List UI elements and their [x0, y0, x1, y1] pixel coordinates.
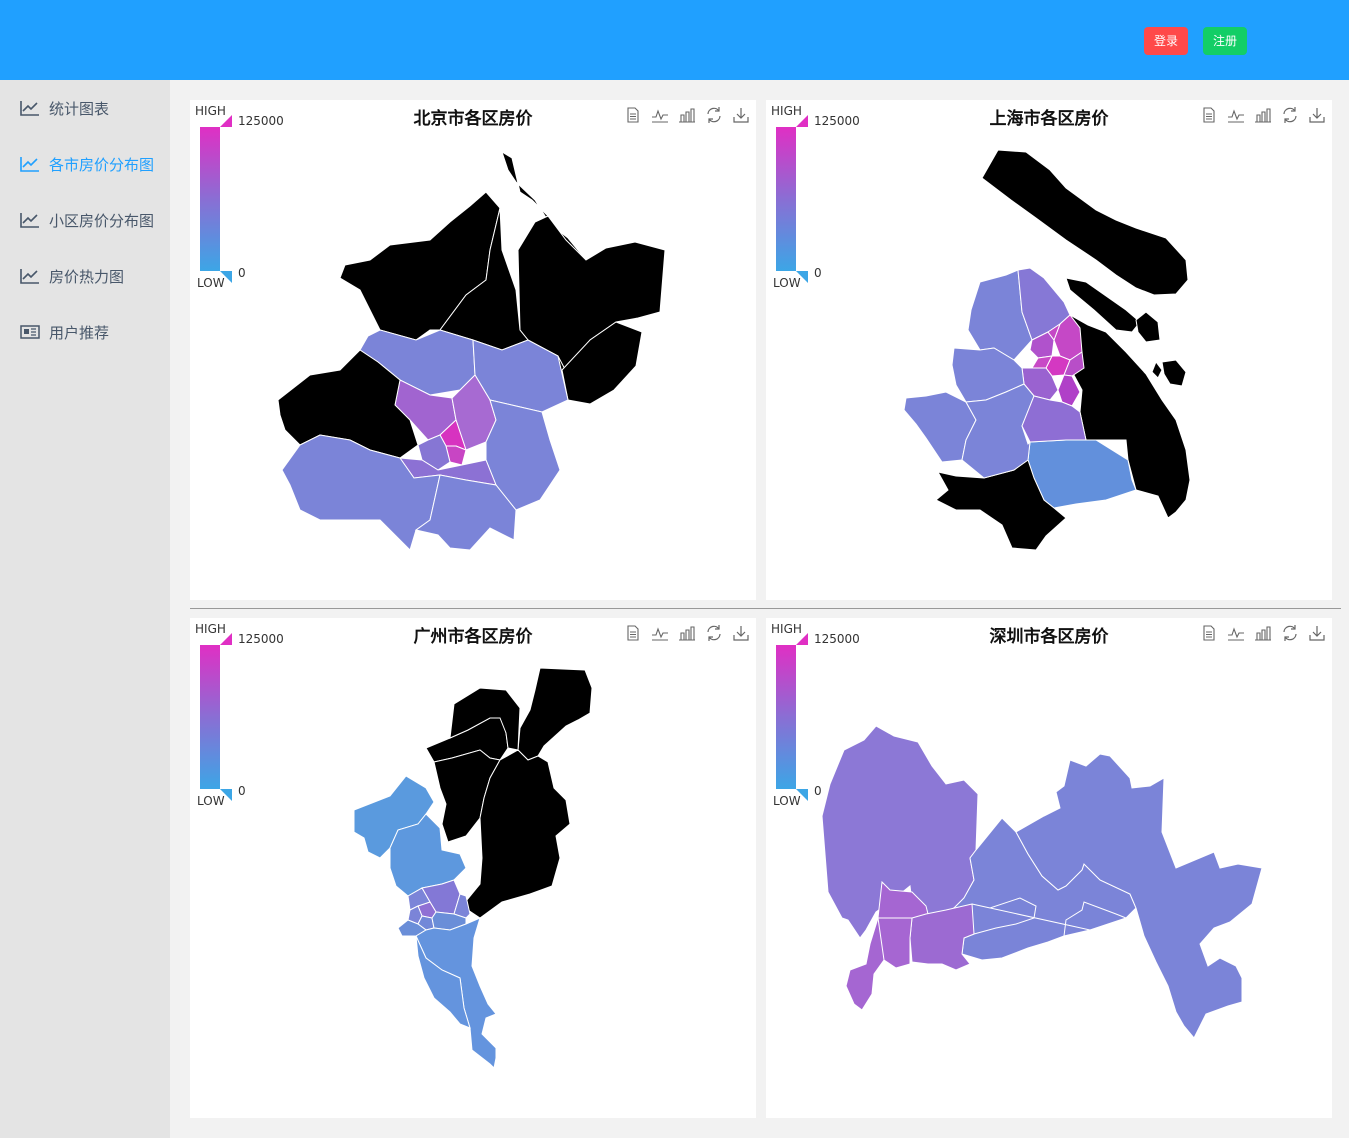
legend-max-value: 125000	[238, 114, 284, 128]
line-chart-icon	[20, 269, 39, 284]
legend-gradient-bar	[200, 645, 220, 789]
data-view-icon[interactable]	[1200, 624, 1218, 642]
bar-chart-icon[interactable]	[1254, 624, 1272, 642]
sidebar-item-label: 各市房价分布图	[49, 155, 155, 174]
line-chart-icon[interactable]	[651, 624, 669, 642]
sidebar-item-label: 房价热力图	[49, 267, 125, 286]
top-header: 登录 注册	[0, 0, 1349, 80]
legend-max-handle[interactable]	[220, 115, 232, 127]
legend-min-value: 0	[814, 266, 822, 280]
legend-low-label: LOW	[197, 276, 225, 290]
legend-max-value: 125000	[814, 632, 860, 646]
legend-max-handle[interactable]	[796, 633, 808, 645]
line-chart-icon	[20, 157, 39, 172]
divider	[190, 608, 1341, 609]
line-chart-icon	[20, 101, 39, 116]
map-panel-shanghai: 上海市各区房价 HIGH 125000 0 LOW	[766, 100, 1332, 600]
chart-toolbox	[1200, 624, 1326, 644]
restore-icon[interactable]	[705, 624, 723, 642]
chart-toolbox	[1200, 106, 1326, 126]
legend-min-value: 0	[238, 784, 246, 798]
data-view-icon[interactable]	[624, 106, 642, 124]
restore-icon[interactable]	[705, 106, 723, 124]
sidebar-item-community-price-map[interactable]: 小区房价分布图	[0, 192, 170, 248]
legend-max-handle[interactable]	[796, 115, 808, 127]
legend-max-value: 125000	[238, 632, 284, 646]
sidebar-item-label: 小区房价分布图	[49, 211, 155, 230]
sidebar-item-label: 统计图表	[49, 99, 110, 118]
sidebar-item-price-heatmap[interactable]: 房价热力图	[0, 248, 170, 304]
register-button[interactable]: 注册	[1203, 27, 1247, 55]
bar-chart-icon[interactable]	[678, 624, 696, 642]
map-panel-shenzhen: 深圳市各区房价 HIGH 125000 0 LOW	[766, 618, 1332, 1118]
visual-map-legend: HIGH 125000 0 LOW	[770, 104, 870, 294]
legend-min-value: 0	[238, 266, 246, 280]
line-chart-icon	[20, 213, 39, 228]
chart-toolbox	[624, 624, 750, 644]
legend-min-value: 0	[814, 784, 822, 798]
legend-max-handle[interactable]	[220, 633, 232, 645]
legend-gradient-bar	[200, 127, 220, 271]
download-icon[interactable]	[1308, 624, 1326, 642]
login-button[interactable]: 登录	[1144, 27, 1188, 55]
sidebar-item-user-recommend[interactable]: 用户推荐	[0, 304, 170, 360]
restore-icon[interactable]	[1281, 624, 1299, 642]
visual-map-legend: HIGH 125000 0 LOW	[194, 104, 294, 294]
download-icon[interactable]	[732, 624, 750, 642]
main-content: 北京市各区房价 HIGH 125000 0 LOW 上海市各区房价 HIGH 1…	[170, 80, 1349, 1138]
visual-map-legend: HIGH 125000 0 LOW	[770, 622, 870, 812]
legend-max-value: 125000	[814, 114, 860, 128]
data-view-icon[interactable]	[1200, 106, 1218, 124]
sidebar-item-stat-charts[interactable]: 统计图表	[0, 80, 170, 136]
download-icon[interactable]	[732, 106, 750, 124]
newspaper-icon	[20, 325, 40, 339]
line-chart-icon[interactable]	[1227, 624, 1245, 642]
download-icon[interactable]	[1308, 106, 1326, 124]
sidebar-item-city-price-map[interactable]: 各市房价分布图	[0, 136, 170, 192]
legend-gradient-bar	[776, 645, 796, 789]
bar-chart-icon[interactable]	[678, 106, 696, 124]
restore-icon[interactable]	[1281, 106, 1299, 124]
sidebar-item-label: 用户推荐	[49, 323, 110, 342]
chart-toolbox	[624, 106, 750, 126]
visual-map-legend: HIGH 125000 0 LOW	[194, 622, 294, 812]
map-panel-guangzhou: 广州市各区房价 HIGH 125000 0 LOW	[190, 618, 756, 1118]
legend-low-label: LOW	[773, 794, 801, 808]
line-chart-icon[interactable]	[1227, 106, 1245, 124]
legend-low-label: LOW	[197, 794, 225, 808]
map-panel-beijing: 北京市各区房价 HIGH 125000 0 LOW	[190, 100, 756, 600]
bar-chart-icon[interactable]	[1254, 106, 1272, 124]
data-view-icon[interactable]	[624, 624, 642, 642]
line-chart-icon[interactable]	[651, 106, 669, 124]
legend-low-label: LOW	[773, 276, 801, 290]
legend-gradient-bar	[776, 127, 796, 271]
sidebar: 统计图表 各市房价分布图 小区房价分布图 房价热力图 用户推荐	[0, 80, 170, 1138]
